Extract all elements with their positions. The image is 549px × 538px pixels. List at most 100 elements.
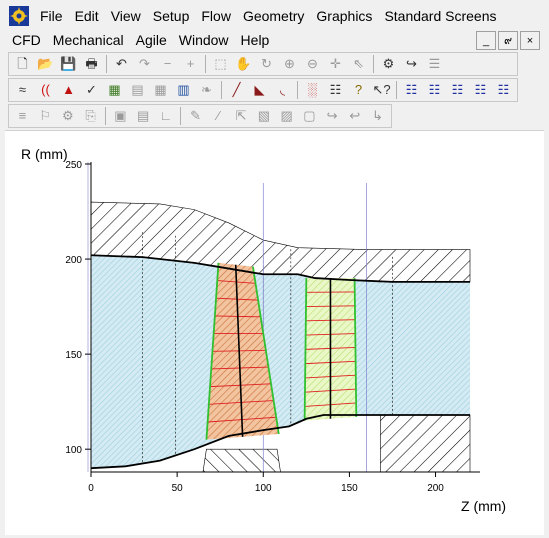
menu-help[interactable]: Help [235,28,276,52]
chart-icon[interactable]: ░ [302,80,324,100]
toolbar-separator [205,55,206,73]
menu-file[interactable]: File [34,4,69,28]
toolbar-separator [396,81,397,99]
menu-agile[interactable]: Agile [130,28,173,52]
standard-toolbar: 🗋📂💾🖶 ↶↷−+ ⬚✋↻⊕⊖✛⇖ ⚙↪☰ [8,52,518,76]
x-tick-label: 50 [172,483,184,494]
minus-icon[interactable]: − [157,54,179,74]
frame-icon[interactable]: ▢ [298,106,320,126]
x-tick-label: 100 [255,483,272,494]
menu-standard-screens[interactable]: Standard Screens [378,4,502,28]
grid-icon[interactable]: ▦ [150,80,172,100]
turn-c-icon[interactable]: ↳ [367,106,389,126]
x-tick-label: 200 [427,483,444,494]
new-file-icon[interactable]: 🗋 [12,54,34,74]
toolbar-separator [106,55,107,73]
solve-icon[interactable]: ▦ [104,80,126,100]
list-b-icon[interactable]: ☷ [424,80,446,100]
pan-hand-icon[interactable]: ✋ [233,54,255,74]
list-e-icon[interactable]: ☷ [493,80,515,100]
document-icon[interactable]: ☷ [325,80,347,100]
x-axis-label: Z (mm) [461,498,506,514]
design-toolbar: ≈((▲✓▦▤▦▥❧╱◣◟░☷?↖?☷☷☷☷☷ [8,78,518,102]
mesh-icon[interactable]: ▤ [127,80,149,100]
menu-flow[interactable]: Flow [195,4,237,28]
blade-row-icon[interactable]: (( [35,80,57,100]
graphics-toolbar: ≡⚐⚙⎘ ▣▤∟ ✎⁄⇱▧▨▢↪↩↳ [8,104,392,128]
layer-icon[interactable]: ▧ [253,106,275,126]
x-tick-label: 0 [88,483,94,494]
help-icon[interactable]: ? [348,80,370,100]
axes-icon[interactable]: ∟ [155,106,177,126]
menu-window[interactable]: Window [173,28,235,52]
stacking-icon[interactable]: ▲ [58,80,80,100]
turn-a-icon[interactable]: ↪ [321,106,343,126]
y-tick-label: 100 [65,445,82,456]
figure-icon[interactable]: ⚐ [34,106,56,126]
menu-bar: File Edit View Setup Flow Geometry Graph… [0,4,549,28]
edit-line-icon[interactable]: ⁄ [207,106,229,126]
menu-graphics[interactable]: Graphics [310,4,378,28]
x-tick-label: 150 [341,483,358,494]
menu-bar-secondary: CFD Mechanical Agile Window Help [0,28,549,52]
zoom-in-icon[interactable]: ⊕ [279,54,301,74]
flowpath-icon[interactable]: ≈ [12,80,34,100]
list-a-icon[interactable]: ☷ [401,80,423,100]
center-icon[interactable]: ✛ [325,54,347,74]
report-icon[interactable]: ☰ [424,54,446,74]
zoom-out-icon[interactable]: ⊖ [302,54,324,74]
settings-icon[interactable]: ⚙ [378,54,400,74]
save-icon[interactable]: 💾 [58,54,80,74]
context-help-icon[interactable]: ↖? [371,80,393,100]
turn-b-icon[interactable]: ↩ [344,106,366,126]
menu-mechanical[interactable]: Mechanical [47,28,130,52]
menu-cfd[interactable]: CFD [6,28,47,52]
menu-geometry[interactable]: Geometry [237,4,310,28]
align-icon[interactable]: ≡ [12,106,34,126]
toolbar-separator [221,81,222,99]
minimize-button[interactable]: _ [476,31,496,50]
undo-icon[interactable]: ↶ [111,54,133,74]
cube-icon[interactable]: ▣ [109,106,131,126]
move-icon[interactable]: ⇱ [230,106,252,126]
plus-icon[interactable]: + [180,54,202,74]
y-tick-label: 250 [65,160,82,171]
plot-blade-icon[interactable]: ◣ [249,80,271,100]
open-folder-icon[interactable]: 📂 [35,54,57,74]
list-d-icon[interactable]: ☷ [470,80,492,100]
toolbar-separator [105,107,106,125]
hub-block-hatch [203,449,281,472]
edit-plot-icon[interactable]: ✎ [185,106,207,126]
copy-icon[interactable]: ⎘ [80,106,102,126]
menu-edit[interactable]: Edit [69,4,105,28]
zoom-window-icon[interactable]: ⬚ [210,54,232,74]
rotate-icon[interactable]: ↻ [256,54,278,74]
plot-line-icon[interactable]: ╱ [226,80,248,100]
table-icon[interactable]: ▥ [173,80,195,100]
toolbar-separator [297,81,298,99]
layers-icon[interactable]: ▨ [276,106,298,126]
meridional-plot[interactable]: 0 50 100 150 200 100 150 200 250R (mm) Z (mm) [5,131,544,535]
meridional-view-canvas[interactable]: 0 50 100 150 200 100 150 200 250R (mm) Z (mm) [5,130,544,535]
hub-outlet-hatch [380,415,470,472]
close-button[interactable]: × [520,31,540,50]
menu-setup[interactable]: Setup [147,4,196,28]
app-icon[interactable] [8,5,30,27]
select-cursor-icon[interactable]: ⇖ [348,54,370,74]
toolbar-separator [180,107,181,125]
print-icon[interactable]: 🖶 [81,54,103,74]
y-axis-label: R (mm) [21,146,68,162]
tree-icon[interactable]: ❧ [196,80,218,100]
check-icon[interactable]: ✓ [81,80,103,100]
redo-icon[interactable]: ↷ [134,54,156,74]
y-tick-label: 200 [65,255,82,266]
wheel-icon[interactable]: ⚙ [57,106,79,126]
toolbar-separator [373,55,374,73]
y-tick-label: 150 [65,350,82,361]
stack-icon[interactable]: ▤ [132,106,154,126]
menu-view[interactable]: View [105,4,147,28]
export-icon[interactable]: ↪ [401,54,423,74]
plot-curve-icon[interactable]: ◟ [272,80,294,100]
list-c-icon[interactable]: ☷ [447,80,469,100]
restore-button[interactable]: ๙ [498,31,518,50]
